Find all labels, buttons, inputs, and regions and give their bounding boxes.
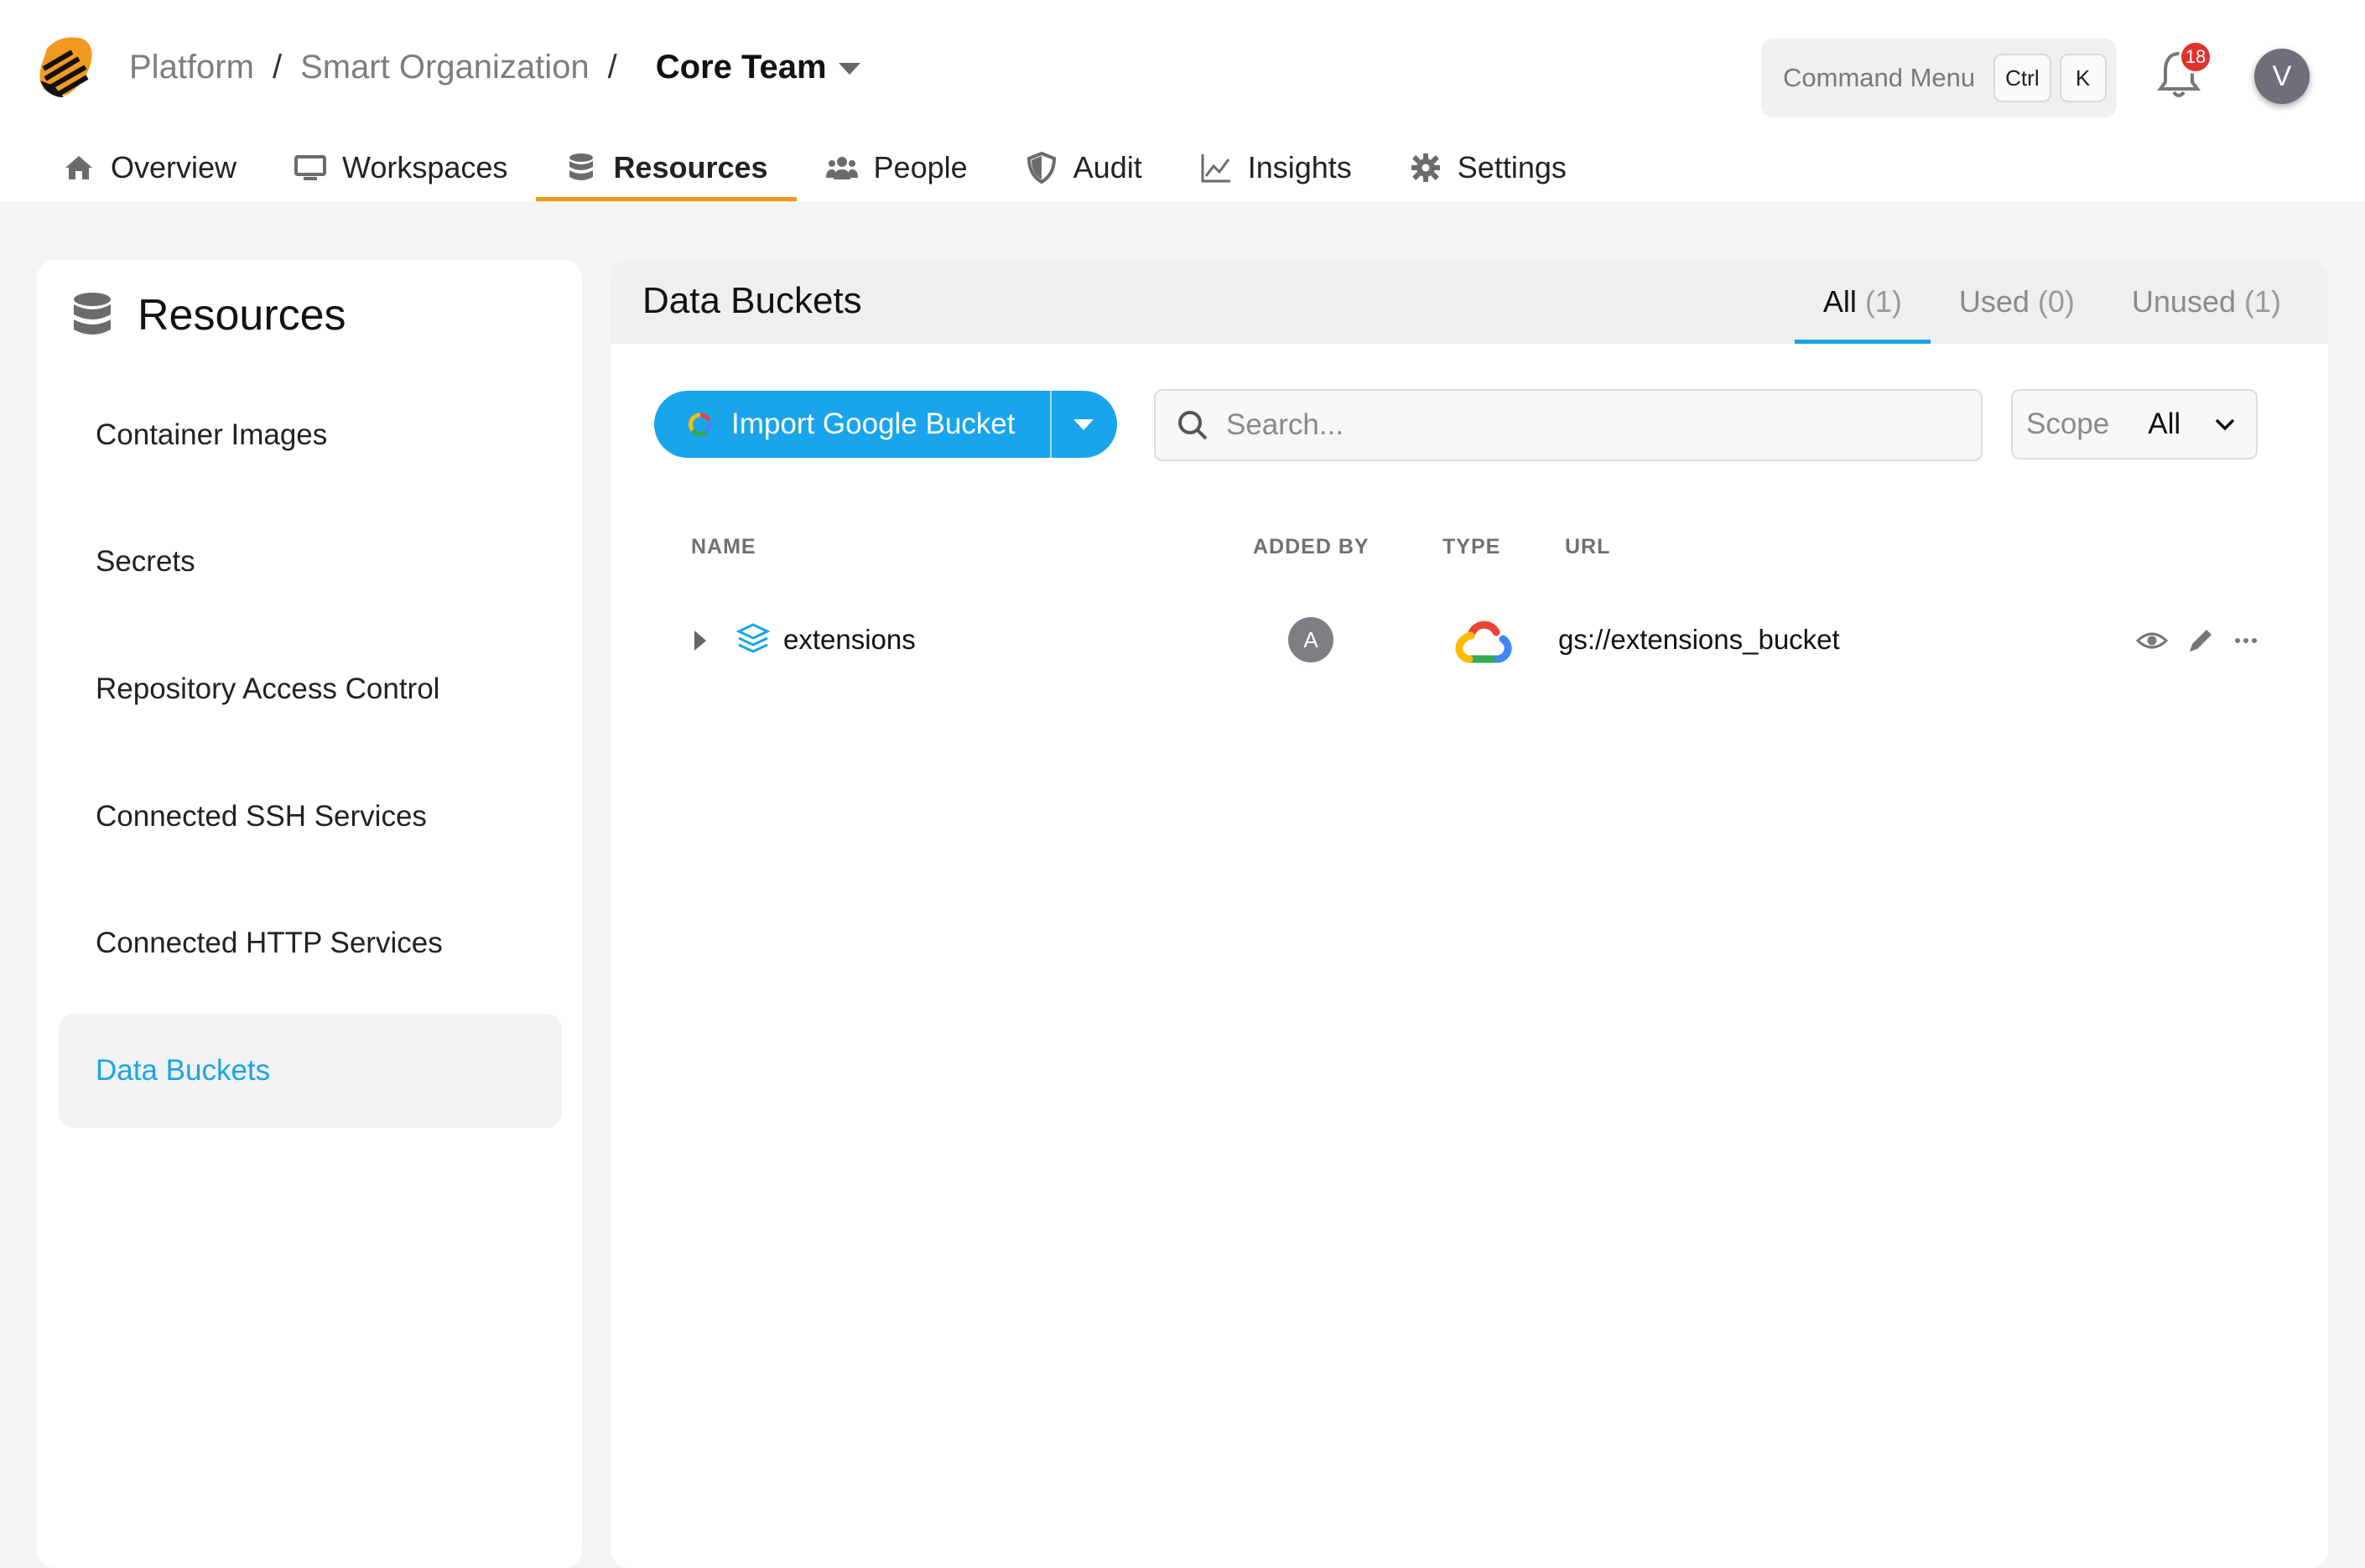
tab-count: (0) (2037, 284, 2075, 319)
column-header-url[interactable]: URL (1565, 535, 1610, 559)
shield-icon (1027, 151, 1056, 184)
column-header-type[interactable]: TYPE (1442, 535, 1500, 559)
nav-label: Audit (1073, 150, 1142, 184)
database-icon (569, 153, 594, 180)
scope-select[interactable]: Scope All (2011, 389, 2258, 459)
nav-settings[interactable]: Settings (1380, 134, 1595, 201)
sidebar-item-connected-ssh-services[interactable]: Connected SSH Services (59, 760, 562, 874)
resources-sidebar: Resources Container Images Secrets Repos… (37, 260, 582, 1568)
google-icon (688, 413, 712, 437)
sidebar-item-container-images[interactable]: Container Images (59, 378, 562, 492)
people-icon (825, 157, 858, 179)
import-options-dropdown[interactable] (1050, 391, 1117, 458)
tab-used[interactable]: Used (0) (1931, 260, 2103, 344)
google-cloud-icon (1455, 620, 1512, 663)
home-icon (65, 156, 92, 179)
sidebar-title: Resources (138, 291, 346, 340)
breadcrumb: Platform / Smart Organization / Core Tea… (129, 44, 860, 91)
nav-overview[interactable]: Overview (34, 134, 265, 201)
tab-count: (1) (2244, 284, 2281, 319)
tab-label: Unused (2131, 284, 2236, 319)
tab-count: (1) (1864, 284, 1902, 319)
caret-down-icon (1073, 418, 1094, 430)
command-menu-button[interactable]: Command Menu Ctrl K (1761, 39, 2117, 117)
tab-label: All (1822, 284, 1857, 319)
main-nav: Overview Workspaces Resources People Aud… (34, 134, 1595, 201)
bucket-url: gs://extensions_bucket (1558, 624, 1840, 655)
search-input[interactable] (1226, 408, 1981, 442)
monitor-icon (294, 155, 327, 180)
page-title: Data Buckets (642, 280, 862, 321)
filter-tabs: All (1) Used (0) Unused (1) (1794, 260, 2310, 344)
import-button-label: Import Google Bucket (731, 408, 1016, 440)
pencil-icon[interactable] (2184, 624, 2217, 657)
database-icon (74, 293, 111, 335)
tab-unused[interactable]: Unused (1) (2103, 260, 2310, 344)
bucket-name[interactable]: extensions (783, 624, 916, 656)
more-options-icon[interactable] (2229, 624, 2263, 657)
tab-all[interactable]: All (1) (1794, 260, 1931, 344)
top-bar: Platform / Smart Organization / Core Tea… (0, 0, 2365, 201)
search-icon (1178, 411, 1208, 440)
nav-label: People (873, 150, 968, 184)
chart-line-icon (1201, 154, 1230, 183)
nav-label: Overview (111, 150, 237, 184)
nav-people[interactable]: People (797, 134, 996, 201)
chevron-down-icon (2215, 418, 2235, 431)
chevron-down-icon[interactable] (838, 63, 860, 75)
import-google-bucket-button[interactable]: Import Google Bucket (654, 391, 1117, 458)
team-switcher[interactable]: Core Team (656, 49, 827, 86)
user-avatar[interactable]: V (2254, 49, 2310, 104)
gear-icon (1411, 153, 1440, 182)
breadcrumb-separator: / (607, 48, 617, 86)
nav-audit[interactable]: Audit (996, 134, 1171, 201)
sidebar-item-secrets[interactable]: Secrets (59, 505, 562, 619)
panel-header: Data Buckets All (1) Used (0) Unused (1) (611, 260, 2328, 344)
column-header-added-by[interactable]: ADDED BY (1253, 535, 1370, 559)
scope-value: All (2148, 408, 2181, 440)
shortcut-key-ctrl: Ctrl (1993, 54, 2051, 102)
command-menu-label: Command Menu (1783, 63, 1976, 92)
nav-workspaces[interactable]: Workspaces (265, 134, 536, 201)
shortcut-key-k: K (2059, 54, 2107, 102)
added-by-avatar: A (1288, 617, 1333, 662)
breadcrumb-organization[interactable]: Smart Organization (300, 49, 590, 86)
brand-logo[interactable] (35, 30, 97, 101)
sidebar-item-repository-access-control[interactable]: Repository Access Control (59, 632, 562, 746)
sidebar-header: Resources (70, 290, 346, 340)
expand-row-icon[interactable] (694, 631, 706, 651)
nav-resources[interactable]: Resources (536, 134, 797, 201)
scope-label: Scope (2026, 408, 2110, 440)
nav-label: Resources (613, 150, 768, 184)
layers-icon (736, 623, 770, 653)
breadcrumb-platform[interactable]: Platform (129, 49, 254, 86)
eye-icon[interactable] (2135, 624, 2169, 657)
breadcrumb-separator: / (272, 48, 283, 86)
nav-label: Insights (1247, 150, 1352, 184)
nav-label: Settings (1457, 150, 1567, 184)
sidebar-item-connected-http-services[interactable]: Connected HTTP Services (59, 886, 562, 1000)
nav-insights[interactable]: Insights (1171, 134, 1380, 201)
tab-label: Used (1958, 284, 2030, 319)
column-header-name[interactable]: NAME (691, 535, 756, 559)
search-box (1154, 389, 1983, 461)
notification-badge: 18 (2179, 40, 2212, 74)
sidebar-item-data-buckets[interactable]: Data Buckets (59, 1014, 562, 1128)
data-buckets-panel: Data Buckets All (1) Used (0) Unused (1)… (611, 260, 2328, 1568)
nav-label: Workspaces (342, 150, 508, 184)
